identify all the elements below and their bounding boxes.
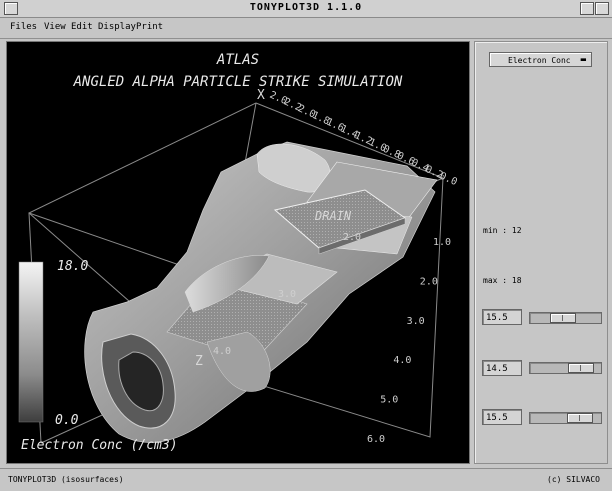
- app-window: TONYPLOT3D 1.1.0 Files View Edit Display…: [0, 0, 612, 491]
- isosurface-2-value-input[interactable]: 14.5: [482, 360, 522, 376]
- y-axis-tick-label: 3.0: [407, 316, 425, 327]
- menu-display[interactable]: Display: [98, 22, 136, 32]
- title-bar[interactable]: TONYPLOT3D 1.1.0: [0, 0, 612, 18]
- z-axis-tick-label: 3.0: [278, 289, 296, 300]
- plot-title-line-1: ATLAS: [216, 52, 259, 68]
- 3d-plot-canvas[interactable]: ATLAS ANGLED ALPHA PARTICLE STRIKE SIMUL…: [7, 42, 469, 463]
- slider-thumb[interactable]: [550, 313, 576, 323]
- window-title: TONYPLOT3D 1.1.0: [249, 2, 363, 13]
- x-axis-name: X: [257, 88, 265, 103]
- menu-bar: Files View Edit Display Print: [0, 18, 612, 39]
- y-axis-tick-label: 4.0: [393, 355, 411, 366]
- isosurface-2-slider[interactable]: [529, 362, 602, 374]
- x-axis-tick-label: 0.0: [438, 171, 459, 188]
- control-panel: Electron Conc ▬ min : 12 max : 18 15.5 1…: [474, 41, 608, 464]
- drain-label: DRAIN: [314, 209, 352, 223]
- slider-thumb[interactable]: [568, 363, 594, 373]
- min-value-label: min : 12: [483, 226, 522, 235]
- legend-quantity-label: Electron Conc (/cm3): [21, 438, 178, 453]
- maximize-button[interactable]: [595, 2, 609, 15]
- status-bar: TONYPLOT3D (isosurfaces) (c) SILVACO: [0, 468, 612, 491]
- z-axis-tick-label: 2.0: [343, 232, 361, 243]
- menu-view[interactable]: View: [44, 22, 66, 32]
- slider-thumb[interactable]: [567, 413, 593, 423]
- y-axis-tick-label: 2.0: [420, 276, 438, 287]
- legend-min-label: 0.0: [55, 413, 79, 428]
- legend-max-label: 18.0: [57, 259, 88, 274]
- dropdown-arrow-icon: ▬: [580, 55, 586, 65]
- copyright-text: (c) SILVACO: [547, 475, 600, 484]
- menu-files[interactable]: Files: [10, 22, 37, 32]
- 3d-plot-viewport[interactable]: ATLAS ANGLED ALPHA PARTICLE STRIKE SIMUL…: [6, 41, 470, 464]
- minimize-button[interactable]: [580, 2, 594, 15]
- z-axis-tick-label: 4.0: [213, 346, 231, 357]
- max-value-label: max : 18: [483, 276, 522, 285]
- plot-title-line-2: ANGLED ALPHA PARTICLE STRIKE SIMULATION: [73, 74, 403, 90]
- quantity-select[interactable]: Electron Conc ▬: [489, 52, 592, 67]
- status-left-text: TONYPLOT3D (isosurfaces): [8, 475, 124, 484]
- legend-color-bar: [18, 261, 44, 423]
- y-axis-tick-label: 5.0: [380, 395, 398, 406]
- isosurface-3-value-input[interactable]: 15.5: [482, 409, 522, 425]
- isosurface-3-slider[interactable]: [529, 412, 602, 424]
- menu-edit[interactable]: Edit: [71, 22, 93, 32]
- isosurface-1-value-input[interactable]: 15.5: [482, 309, 522, 325]
- y-axis-tick-label: 1.0: [433, 237, 451, 248]
- y-axis-tick-label: 6.0: [367, 434, 385, 445]
- isosurface-1-slider[interactable]: [529, 312, 602, 324]
- quantity-select-value: Electron Conc: [508, 56, 571, 65]
- z-axis-name: Z: [195, 354, 203, 369]
- menu-print[interactable]: Print: [136, 22, 163, 32]
